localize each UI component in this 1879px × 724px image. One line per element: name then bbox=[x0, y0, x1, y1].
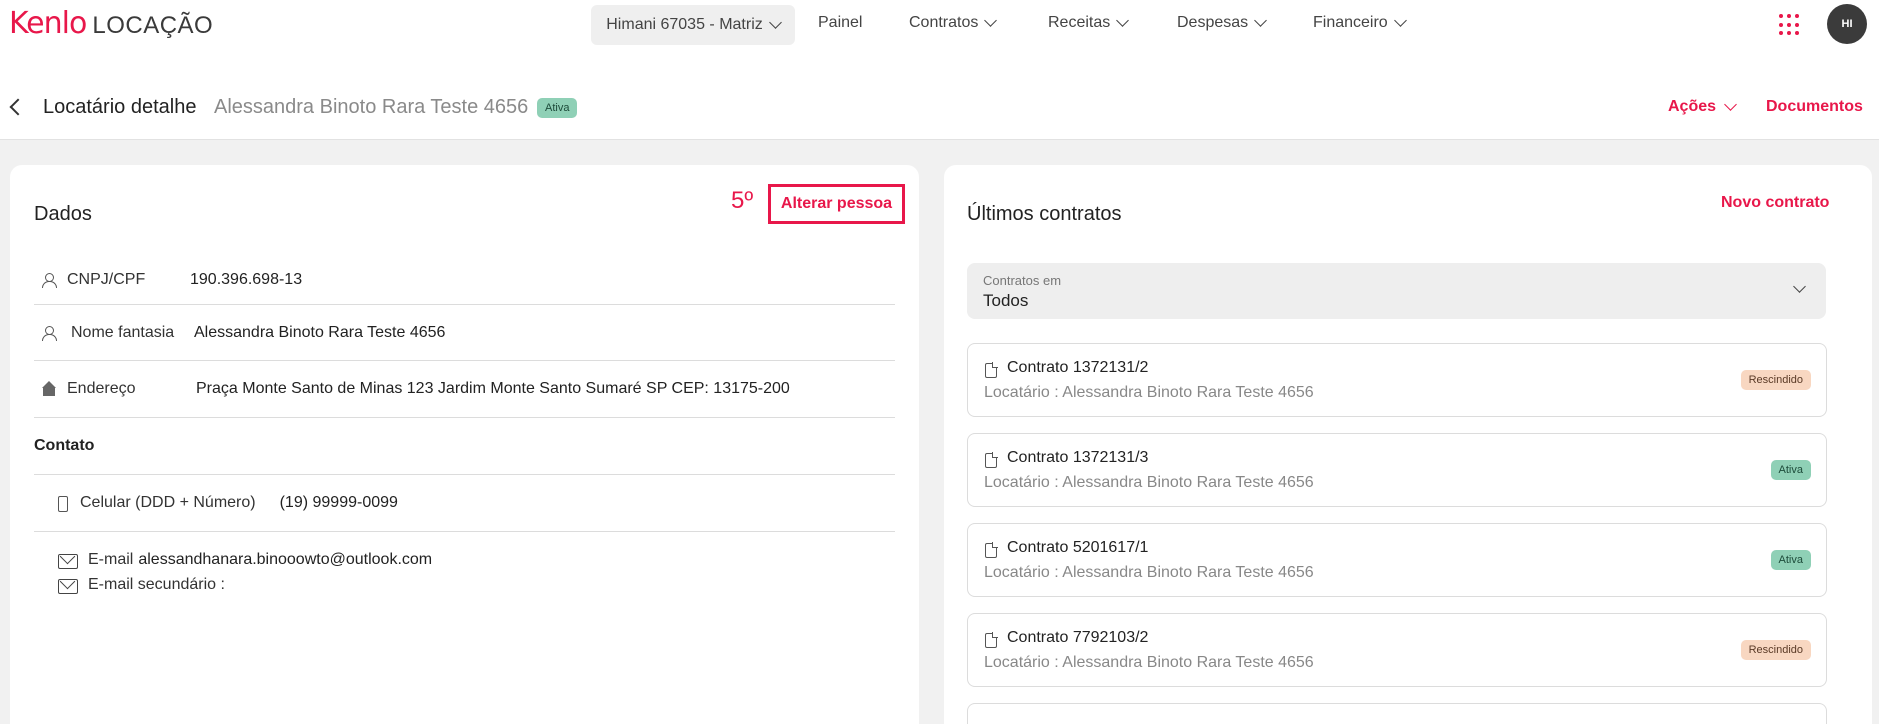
chevron-down-icon bbox=[1393, 14, 1407, 27]
nav-label: Receitas bbox=[1048, 14, 1111, 31]
field-label: Endereço bbox=[67, 380, 136, 397]
field-row-celular: Celular (DDD + Número) (19) 99999-0099 bbox=[34, 475, 895, 532]
chevron-down-icon bbox=[984, 14, 998, 27]
chevron-down-icon bbox=[1793, 280, 1806, 293]
field-row-endereco: Endereço Praça Monte Santo de Minas 123 … bbox=[34, 361, 895, 418]
contract-title: Contrato 1372131/2 bbox=[1007, 359, 1149, 376]
document-icon bbox=[985, 452, 998, 468]
field-value: (19) 99999-0099 bbox=[279, 494, 398, 511]
contract-title: Contrato 5201617/1 bbox=[1007, 539, 1149, 556]
phone-icon bbox=[54, 495, 70, 512]
contract-card[interactable]: Contrato 1372131/2 Locatário : Alessandr… bbox=[967, 343, 1827, 417]
mail-icon bbox=[58, 578, 78, 594]
nav-contratos[interactable]: Contratos bbox=[909, 14, 998, 32]
actions-menu-button[interactable]: Ações bbox=[1668, 98, 1737, 116]
person-icon bbox=[41, 325, 57, 341]
apps-grid-icon[interactable] bbox=[1779, 14, 1801, 36]
person-icon bbox=[41, 272, 57, 288]
nav-receitas[interactable]: Receitas bbox=[1048, 14, 1130, 32]
status-badge: Rescindido bbox=[1740, 640, 1811, 660]
contract-subtitle: Locatário : Alessandra Binoto Rara Teste… bbox=[984, 384, 1314, 401]
field-label: E-mail secundário : bbox=[88, 576, 225, 593]
contract-card[interactable]: Contrato 7792103/2 Locatário : Alessandr… bbox=[967, 613, 1827, 687]
dados-card bbox=[10, 165, 919, 724]
field-label: Nome fantasia bbox=[71, 323, 175, 341]
home-icon bbox=[41, 381, 57, 397]
document-icon bbox=[985, 362, 998, 378]
contract-card[interactable]: Contrato 5201617/1 Locatário : Alessandr… bbox=[967, 523, 1827, 597]
contract-subtitle: Locatário : Alessandra Binoto Rara Teste… bbox=[984, 474, 1314, 491]
branch-selector[interactable]: Himani 67035 - Matriz bbox=[591, 5, 795, 45]
field-row-nome-fantasia: Nome fantasia Alessandra Binoto Rara Tes… bbox=[34, 305, 895, 361]
field-value: 190.396.698-13 bbox=[190, 270, 303, 288]
back-arrow-icon[interactable] bbox=[9, 98, 27, 116]
field-value: Alessandra Binoto Rara Teste 4656 bbox=[194, 323, 446, 341]
contract-title: Contrato 1372131/3 bbox=[1007, 449, 1149, 466]
status-badge: Ativa bbox=[1770, 460, 1811, 480]
field-label: CNPJ/CPF bbox=[67, 270, 146, 288]
nav-label: Painel bbox=[818, 14, 863, 31]
status-badge: Ativa bbox=[537, 98, 578, 118]
branch-label: Himani 67035 - Matriz bbox=[606, 16, 763, 33]
field-label: Celular (DDD + Número) bbox=[80, 494, 256, 511]
field-label: E-mail bbox=[88, 551, 134, 568]
alterar-pessoa-button[interactable]: Alterar pessoa bbox=[768, 184, 905, 224]
nav-painel[interactable]: Painel bbox=[818, 14, 862, 32]
actions-label: Ações bbox=[1668, 98, 1717, 115]
tenant-name: Alessandra Binoto Rara Teste 4656 bbox=[214, 96, 529, 118]
field-row-email-secundario: E-mail secundário : bbox=[34, 574, 895, 596]
filter-value: Todos bbox=[983, 291, 1029, 310]
field-value: Praça Monte Santo de Minas 123 Jardim Mo… bbox=[196, 380, 790, 397]
contracts-title: Últimos contratos bbox=[967, 203, 1122, 225]
contract-subtitle: Locatário : Alessandra Binoto Rara Teste… bbox=[984, 654, 1314, 671]
logo-product: LOCAÇÃO bbox=[92, 12, 214, 39]
contract-subtitle: Locatário : Alessandra Binoto Rara Teste… bbox=[984, 564, 1314, 581]
novo-contrato-button[interactable]: Novo contrato bbox=[1721, 194, 1829, 212]
chevron-down-icon bbox=[1724, 98, 1737, 111]
contato-title: Contato bbox=[34, 437, 95, 454]
nav-despesas[interactable]: Despesas bbox=[1177, 14, 1268, 32]
dados-title: Dados bbox=[34, 203, 92, 225]
nav-label: Financeiro bbox=[1313, 14, 1388, 31]
document-icon bbox=[985, 542, 998, 558]
contracts-filter-select[interactable]: Contratos em Todos bbox=[967, 263, 1826, 319]
status-badge: Ativa bbox=[1770, 550, 1811, 570]
page-header: Locatário detalhe Alessandra Binoto Rara… bbox=[0, 50, 1879, 140]
status-badge: Rescindido bbox=[1740, 370, 1811, 390]
contract-title: Contrato 7792103/2 bbox=[1007, 629, 1149, 646]
contract-card-partial[interactable] bbox=[967, 703, 1827, 724]
filter-label: Contratos em bbox=[983, 273, 1062, 288]
mail-icon bbox=[58, 553, 78, 569]
document-icon bbox=[985, 632, 998, 648]
step-marker: 5º bbox=[731, 187, 754, 214]
chevron-down-icon bbox=[1254, 14, 1268, 27]
kenlo-logo[interactable]: Kenlo LOCAÇÃO bbox=[9, 6, 213, 41]
nav-label: Contratos bbox=[909, 14, 979, 31]
logo-brand: Kenlo bbox=[9, 6, 87, 41]
nav-financeiro[interactable]: Financeiro bbox=[1313, 14, 1407, 32]
top-navbar: Kenlo LOCAÇÃO Himani 67035 - Matriz Pain… bbox=[0, 0, 1879, 50]
documents-link[interactable]: Documentos bbox=[1766, 98, 1863, 116]
contract-card[interactable]: Contrato 1372131/3 Locatário : Alessandr… bbox=[967, 433, 1827, 507]
nav-label: Despesas bbox=[1177, 14, 1249, 31]
field-row-cpf: CNPJ/CPF 190.396.698-13 bbox=[34, 255, 895, 305]
field-row-email: E-mail alessandhanara.binooowto@outlook.… bbox=[34, 549, 895, 571]
chevron-down-icon bbox=[768, 16, 782, 29]
chevron-down-icon bbox=[1116, 14, 1130, 27]
page-title: Locatário detalhe bbox=[43, 96, 197, 118]
user-avatar[interactable]: HI bbox=[1827, 4, 1867, 44]
field-value: alessandhanara.binooowto@outlook.com bbox=[138, 551, 433, 568]
